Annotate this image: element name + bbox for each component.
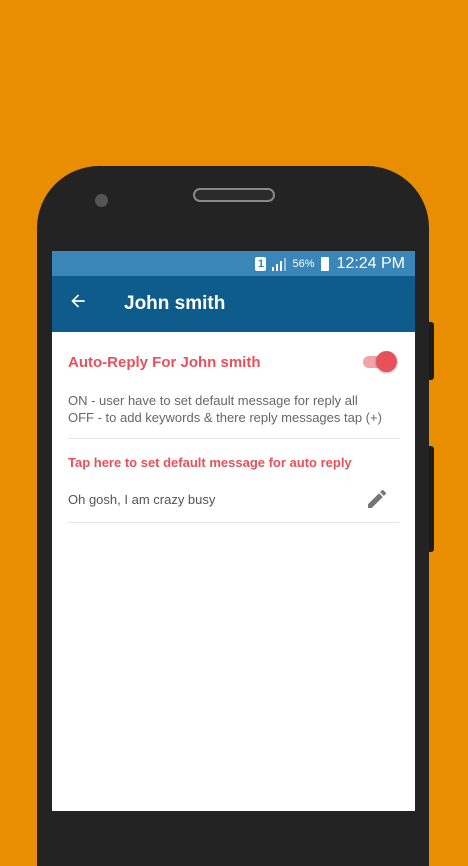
description-line-off: OFF - to add keywords & there reply mess…: [68, 410, 382, 425]
status-bar: 1 56% 12:24 PM: [52, 251, 415, 276]
phone-speaker: [193, 188, 275, 202]
description-line-on: ON - user have to set default message fo…: [68, 393, 358, 408]
toggle-thumb: [376, 351, 397, 372]
auto-reply-toggle[interactable]: [363, 351, 397, 373]
app-bar: John smith: [52, 276, 415, 332]
phone-screen: 1 56% 12:24 PM John smith Auto-Reply For…: [52, 251, 415, 811]
set-default-message-link[interactable]: Tap here to set default message for auto…: [68, 455, 399, 470]
pencil-icon[interactable]: [365, 487, 389, 511]
signal-icon: [272, 257, 287, 271]
battery-icon: [320, 256, 329, 271]
default-message-row[interactable]: Oh gosh, I am crazy busy: [68, 476, 399, 523]
auto-reply-label: Auto-Reply For John smith: [68, 353, 261, 371]
battery-percent: 56%: [292, 257, 315, 270]
phone-camera: [95, 194, 108, 207]
sim-card-icon: 1: [255, 256, 267, 271]
phone-side-button-upper: [429, 322, 434, 380]
auto-reply-row: Auto-Reply For John smith: [68, 332, 399, 392]
status-time: 12:24 PM: [336, 254, 405, 272]
main-content: Auto-Reply For John smith ON - user have…: [52, 332, 415, 523]
default-message-text: Oh gosh, I am crazy busy: [68, 491, 216, 507]
page-title: John smith: [124, 293, 226, 314]
back-button[interactable]: [52, 291, 104, 317]
auto-reply-description: ON - user have to set default message fo…: [68, 392, 399, 439]
phone-side-button-lower: [429, 446, 434, 552]
arrow-left-icon: [71, 294, 85, 308]
